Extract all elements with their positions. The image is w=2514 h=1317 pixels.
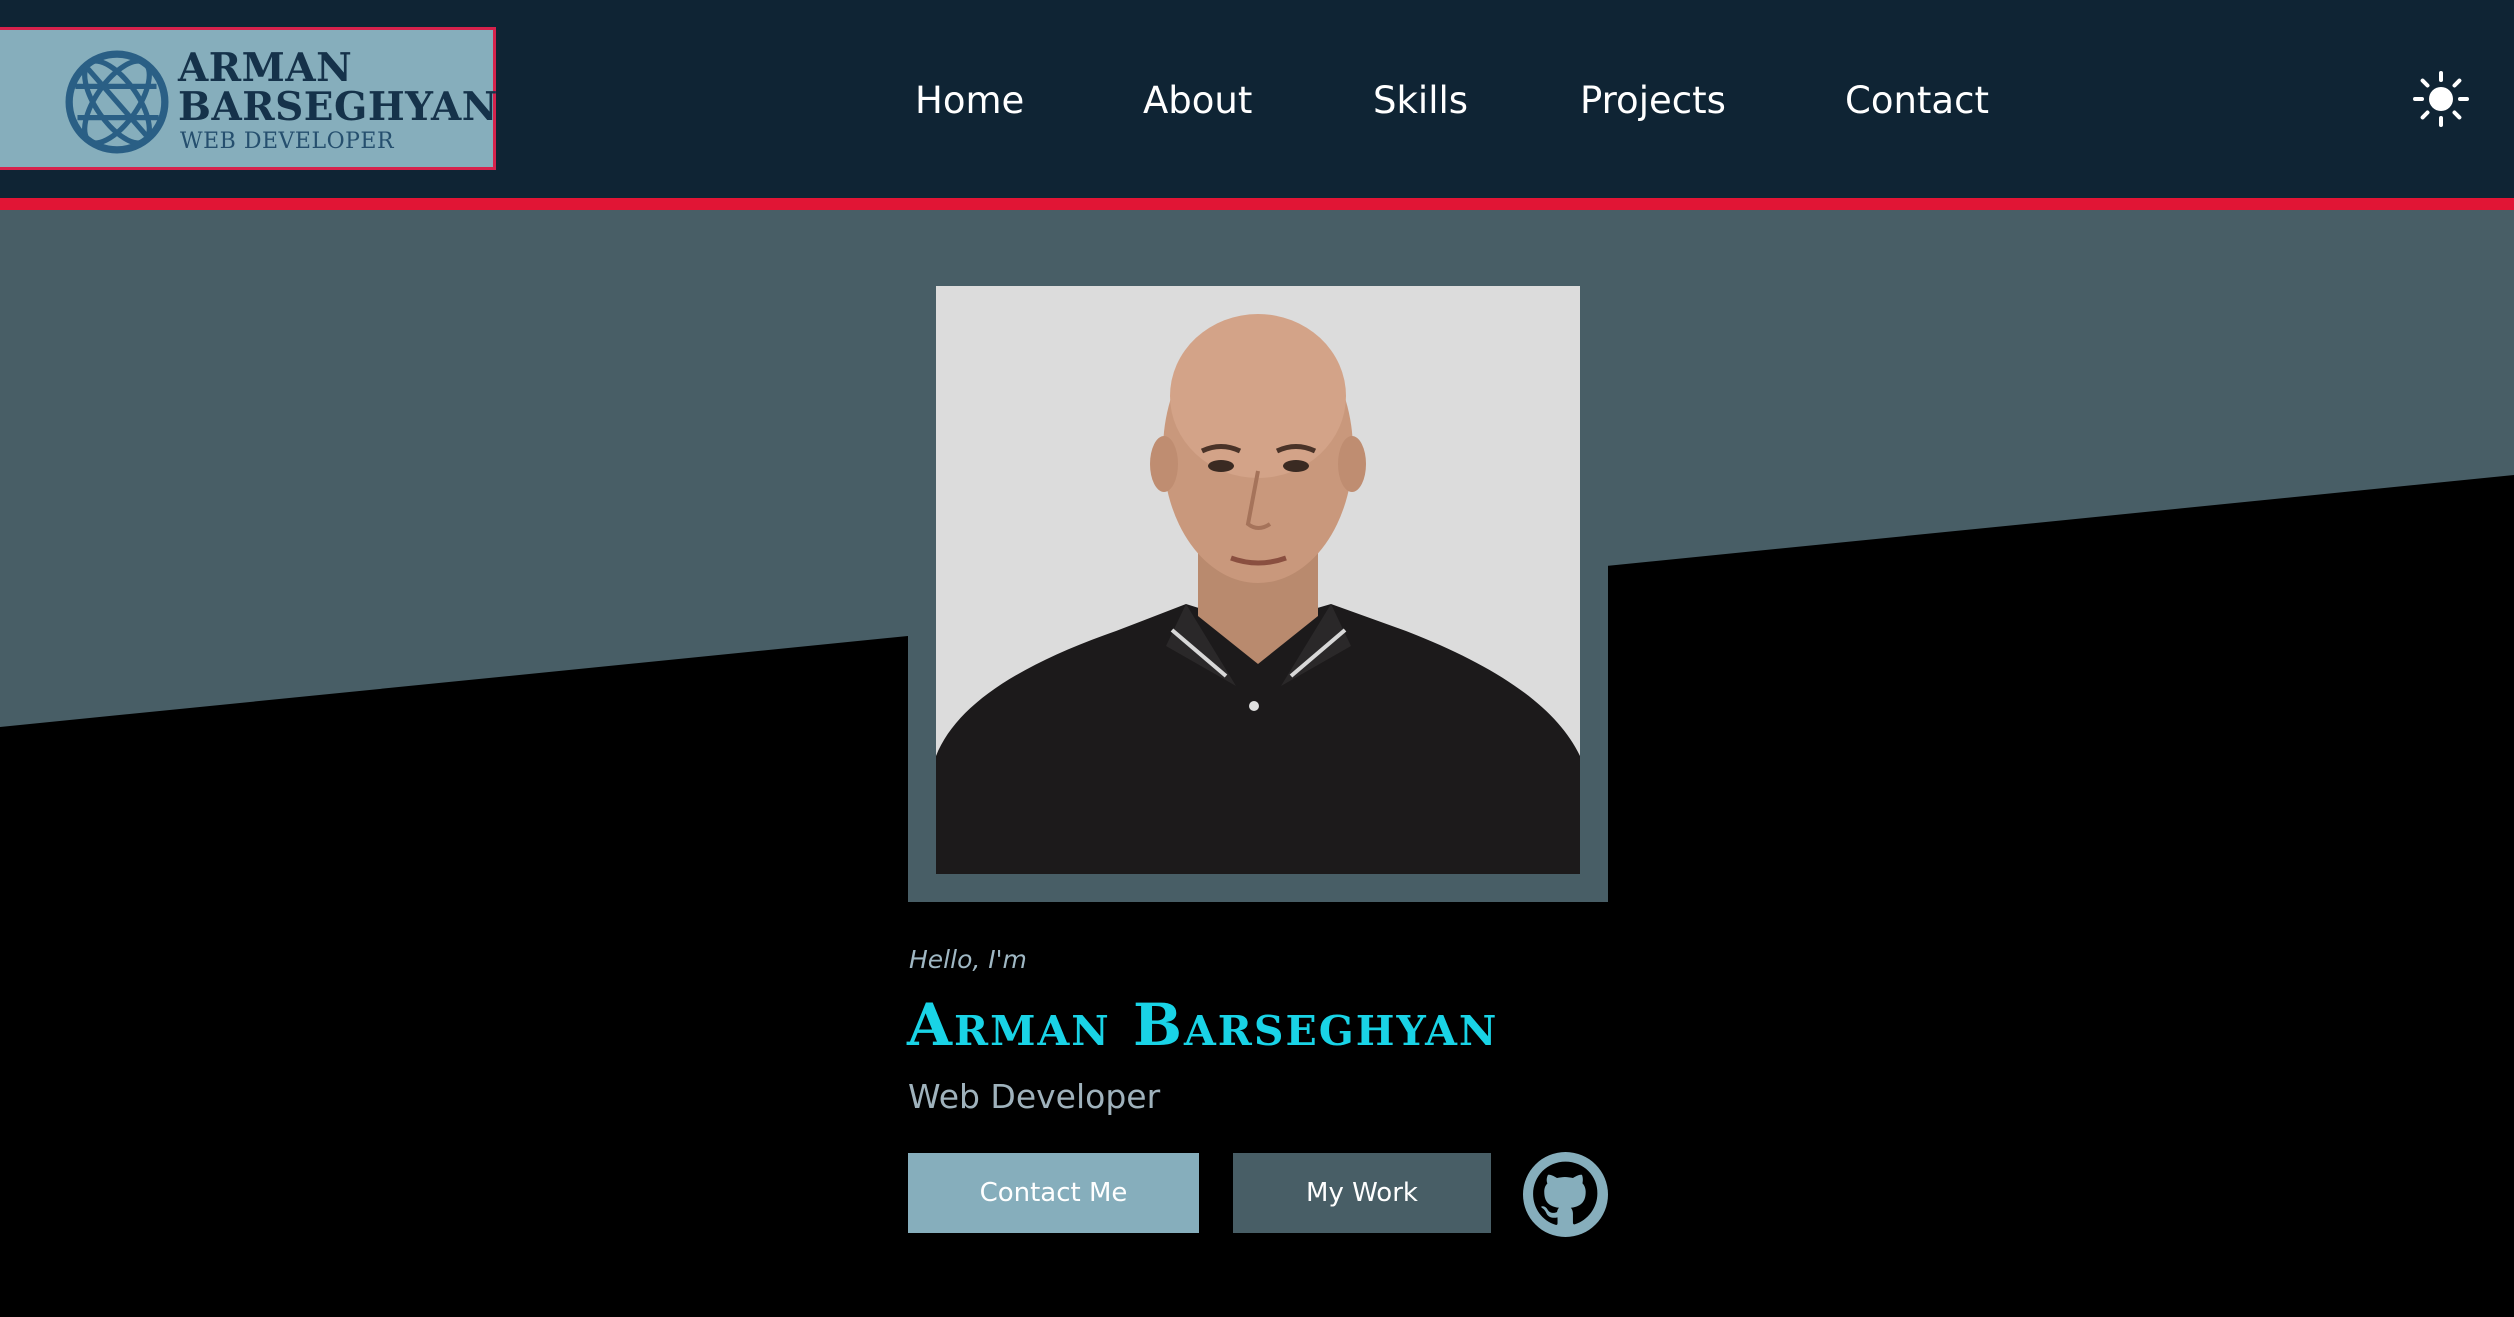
logo-subtitle: WEB DEVELOPER (180, 129, 395, 154)
nav-item-skills[interactable]: Skills (1373, 71, 1468, 131)
profile-photo (936, 286, 1580, 874)
my-work-button[interactable]: My Work (1233, 1153, 1491, 1233)
main-nav: Home About Skills Projects Contact (0, 71, 2514, 131)
header-accent-stripe (0, 198, 2514, 210)
nav-item-projects[interactable]: Projects (1580, 71, 1726, 131)
github-icon (1523, 1152, 1608, 1237)
sun-icon (2413, 71, 2469, 127)
hero-greeting: Hello, I'm (909, 945, 1027, 974)
hero-name: Arman Barseghyan (907, 991, 1499, 1059)
person-illustration (936, 286, 1580, 874)
site-header: ARMAN BARSEGHYAN WEB DEVELOPER Home Abou… (0, 0, 2514, 200)
contact-me-button[interactable]: Contact Me (908, 1153, 1199, 1233)
nav-item-contact[interactable]: Contact (1845, 71, 1989, 131)
nav-item-home[interactable]: Home (915, 71, 1024, 131)
nav-item-about[interactable]: About (1143, 71, 1252, 131)
theme-toggle-button[interactable] (2413, 71, 2469, 127)
hero-role: Web Developer (908, 1077, 1161, 1116)
github-link[interactable] (1523, 1152, 1608, 1237)
